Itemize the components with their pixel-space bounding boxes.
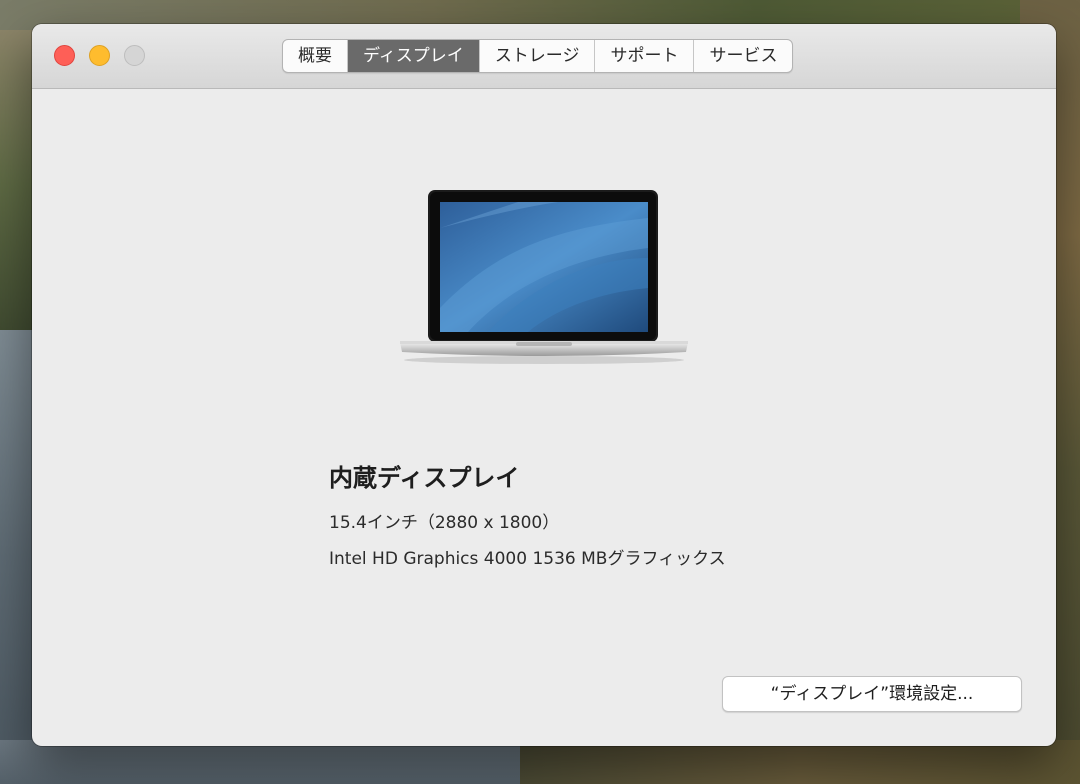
display-size-resolution: 15.4インチ（2880 x 1800） xyxy=(329,513,560,533)
tab-support[interactable]: サポート xyxy=(595,40,695,72)
wallpaper-cliff xyxy=(520,740,1080,784)
wallpaper-sea-bottom xyxy=(0,740,520,784)
tab-bar: 概要 ディスプレイ ストレージ サポート サービス xyxy=(282,39,794,73)
zoom-button xyxy=(124,45,145,66)
tab-display[interactable]: ディスプレイ xyxy=(348,40,480,72)
wallpaper-left-cliff xyxy=(0,30,34,340)
display-name: 内蔵ディスプレイ xyxy=(329,464,520,492)
tab-storage[interactable]: ストレージ xyxy=(480,40,596,72)
tab-overview[interactable]: 概要 xyxy=(283,40,348,72)
minimize-button[interactable] xyxy=(89,45,110,66)
graphics-info: Intel HD Graphics 4000 1536 MBグラフィックス xyxy=(329,549,726,569)
about-this-mac-window: 概要 ディスプレイ ストレージ サポート サービス 内蔵ディスプレイ 15.4イ… xyxy=(32,24,1056,746)
tab-service[interactable]: サービス xyxy=(694,40,792,72)
title-bar: 概要 ディスプレイ ストレージ サポート サービス xyxy=(32,24,1056,89)
close-button[interactable] xyxy=(54,45,75,66)
macbook-pro-icon xyxy=(398,188,690,368)
display-preferences-button[interactable]: “ディスプレイ”環境設定... xyxy=(722,676,1022,712)
